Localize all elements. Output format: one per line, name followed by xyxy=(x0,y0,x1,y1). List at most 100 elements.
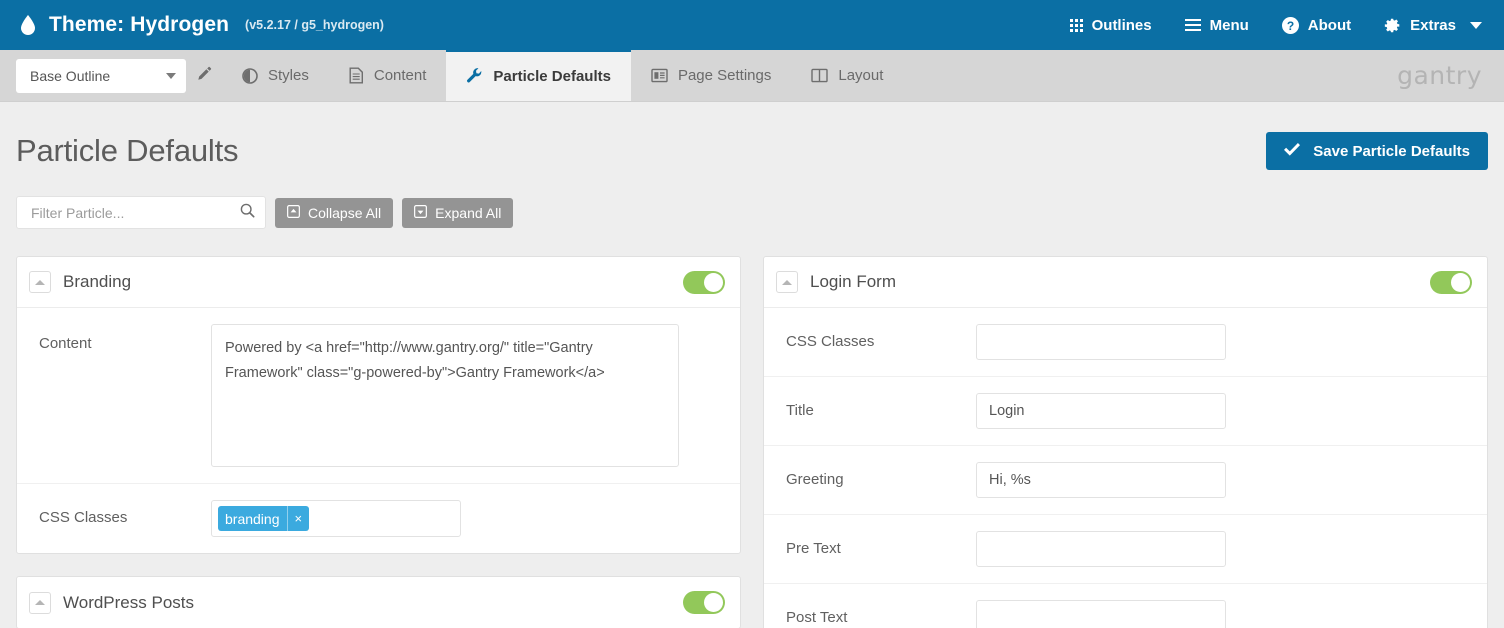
chevron-down-icon xyxy=(166,73,176,79)
field-row-content: Content xyxy=(17,308,740,484)
expand-all-button[interactable]: Expand All xyxy=(402,198,513,228)
field-row-login-pre-text: Pre Text xyxy=(764,515,1487,584)
check-icon xyxy=(1284,143,1300,160)
panel-collapse-toggle[interactable] xyxy=(29,592,51,614)
panel-wordpress-posts-title: WordPress Posts xyxy=(63,593,194,613)
columns-icon xyxy=(811,68,828,83)
hamburger-icon xyxy=(1185,19,1201,31)
close-icon[interactable]: × xyxy=(287,506,310,531)
nav-about[interactable]: ? About xyxy=(1282,17,1351,34)
outline-select[interactable]: Base Outline xyxy=(16,59,186,93)
edit-outline-button[interactable] xyxy=(186,50,222,101)
panel-wordpress-posts-header: WordPress Posts xyxy=(17,577,740,628)
panel-branding-enable-toggle[interactable] xyxy=(683,271,725,294)
question-circle-icon: ? xyxy=(1282,17,1299,34)
collapse-all-button[interactable]: Collapse All xyxy=(275,198,393,228)
panel-branding-title: Branding xyxy=(63,272,131,292)
panel-login-form-enable-toggle[interactable] xyxy=(1430,271,1472,294)
panel-login-form: Login Form CSS Classes Title Greeting xyxy=(763,256,1488,628)
field-row-login-post-text: Post Text xyxy=(764,584,1487,628)
tag-label: branding xyxy=(218,506,287,531)
toggle-knob xyxy=(1451,273,1470,292)
tab-particle-defaults[interactable]: Particle Defaults xyxy=(446,49,631,101)
nav-extras-label: Extras xyxy=(1410,17,1456,34)
field-label-login-greeting: Greeting xyxy=(786,462,976,488)
collapse-all-label: Collapse All xyxy=(308,205,381,221)
nav-outlines[interactable]: Outlines xyxy=(1070,17,1152,34)
save-particle-defaults-button[interactable]: Save Particle Defaults xyxy=(1266,132,1488,170)
triangle-up-icon xyxy=(35,600,45,605)
top-navigation: Outlines Menu ? About Extras xyxy=(1070,17,1482,34)
main-content: Particle Defaults Save Particle Defaults… xyxy=(0,102,1504,628)
theme-version: (v5.2.17 / g5_hydrogen) xyxy=(245,18,384,32)
grid-icon xyxy=(1070,19,1083,32)
login-greeting-input[interactable] xyxy=(976,462,1226,498)
login-title-input[interactable] xyxy=(976,393,1226,429)
nav-menu-label: Menu xyxy=(1210,17,1249,34)
triangle-up-icon xyxy=(35,280,45,285)
right-column: Login Form CSS Classes Title Greeting xyxy=(763,256,1488,628)
tab-page-settings[interactable]: Page Settings xyxy=(631,50,791,101)
filter-particle-box[interactable] xyxy=(16,196,266,229)
contrast-icon xyxy=(242,68,258,84)
nav-menu[interactable]: Menu xyxy=(1185,17,1249,34)
tab-bar: Base Outline Styles Content Particle Def… xyxy=(0,50,1504,102)
nav-extras[interactable]: Extras xyxy=(1384,17,1482,34)
field-row-login-title: Title xyxy=(764,377,1487,446)
expand-square-icon xyxy=(414,205,427,221)
login-post-text-input[interactable] xyxy=(976,600,1226,628)
svg-text:?: ? xyxy=(1287,18,1294,32)
login-css-classes-input[interactable] xyxy=(976,324,1226,360)
tab-content-label: Content xyxy=(374,67,427,84)
save-button-label: Save Particle Defaults xyxy=(1313,143,1470,160)
tag-branding[interactable]: branding × xyxy=(218,506,309,531)
panel-wordpress-posts-enable-toggle[interactable] xyxy=(683,591,725,614)
top-bar: Theme: Hydrogen (v5.2.17 / g5_hydrogen) … xyxy=(0,0,1504,50)
panel-branding-header: Branding xyxy=(17,257,740,308)
field-row-css-classes: CSS Classes branding × xyxy=(17,484,740,553)
field-label-login-title: Title xyxy=(786,393,976,419)
chevron-down-icon xyxy=(1470,22,1482,29)
document-icon xyxy=(349,67,364,84)
css-classes-tag-input[interactable]: branding × xyxy=(211,500,461,537)
triangle-up-icon xyxy=(782,280,792,285)
toggle-knob xyxy=(704,593,723,612)
gear-icon xyxy=(1384,17,1401,34)
tab-particle-defaults-label: Particle Defaults xyxy=(493,68,611,85)
field-label-css-classes: CSS Classes xyxy=(39,500,211,526)
tab-layout[interactable]: Layout xyxy=(791,50,903,101)
panel-wordpress-posts: WordPress Posts xyxy=(16,576,741,628)
nav-outlines-label: Outlines xyxy=(1092,17,1152,34)
gantry-logo: gantry xyxy=(1397,50,1504,101)
tab-styles[interactable]: Styles xyxy=(222,50,329,101)
list-panel-icon xyxy=(651,68,668,83)
panel-login-form-header: Login Form xyxy=(764,257,1487,308)
brand[interactable]: Theme: Hydrogen (v5.2.17 / g5_hydrogen) xyxy=(20,13,384,37)
expand-all-label: Expand All xyxy=(435,205,501,221)
search-input[interactable] xyxy=(29,204,240,222)
pencil-icon xyxy=(197,66,212,86)
tab-content[interactable]: Content xyxy=(329,50,447,101)
field-row-login-css-classes: CSS Classes xyxy=(764,308,1487,377)
login-pre-text-input[interactable] xyxy=(976,531,1226,567)
field-label-login-post-text: Post Text xyxy=(786,600,976,626)
wrench-icon xyxy=(466,68,483,85)
page-header: Particle Defaults Save Particle Defaults xyxy=(16,102,1488,170)
left-column: Branding Content CSS Classes branding × xyxy=(16,256,741,628)
field-label-login-pre-text: Pre Text xyxy=(786,531,976,557)
panel-collapse-toggle[interactable] xyxy=(29,271,51,293)
outline-select-value: Base Outline xyxy=(30,68,110,84)
panel-login-form-title: Login Form xyxy=(810,272,896,292)
particle-toolbar: Collapse All Expand All xyxy=(16,196,1488,229)
toggle-knob xyxy=(704,273,723,292)
water-drop-icon xyxy=(20,14,36,36)
content-textarea[interactable] xyxy=(211,324,679,467)
field-label-login-css-classes: CSS Classes xyxy=(786,324,976,350)
field-row-login-greeting: Greeting xyxy=(764,446,1487,515)
nav-about-label: About xyxy=(1308,17,1351,34)
panel-columns: Branding Content CSS Classes branding × xyxy=(16,256,1488,628)
panel-branding: Branding Content CSS Classes branding × xyxy=(16,256,741,554)
panel-collapse-toggle[interactable] xyxy=(776,271,798,293)
page-title: Particle Defaults xyxy=(16,133,238,169)
search-icon xyxy=(240,203,255,223)
